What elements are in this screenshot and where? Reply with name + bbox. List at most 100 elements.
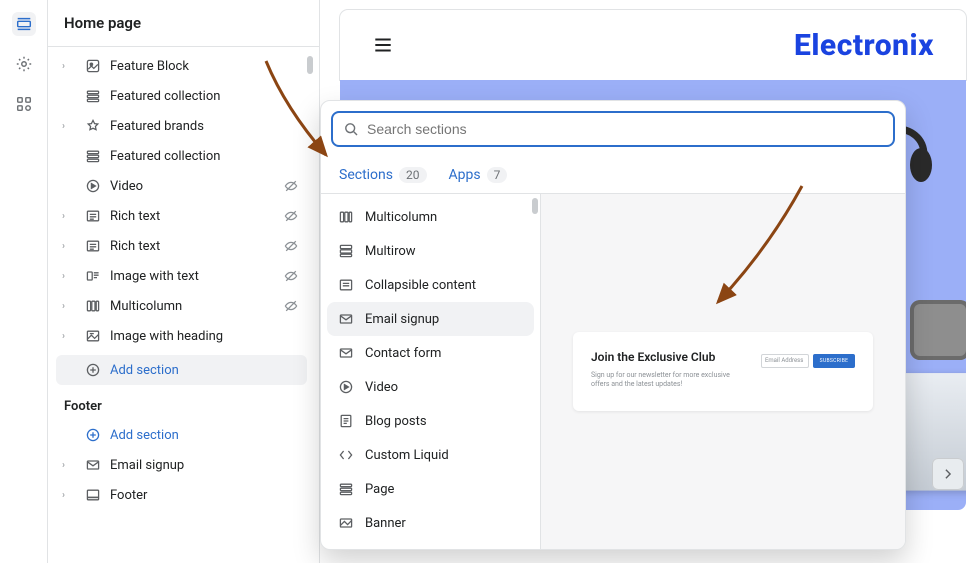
tree-item-label: Featured collection <box>110 89 301 104</box>
tab-apps[interactable]: Apps 7 <box>447 159 510 193</box>
brands-icon <box>84 117 102 135</box>
tree-item-label: Image with heading <box>110 329 301 344</box>
section-option-label: Email signup <box>365 312 439 327</box>
chevron-icon: › <box>62 121 76 132</box>
multicolumn-icon <box>337 208 355 226</box>
add-section-button[interactable]: Add section <box>56 355 307 385</box>
footer-icon <box>84 486 102 504</box>
search-icon <box>343 121 359 137</box>
section-option-label: Multirow <box>365 244 416 259</box>
tree-item[interactable]: › Rich text <box>56 201 307 231</box>
text-icon <box>84 237 102 255</box>
chevron-icon: › <box>62 271 76 282</box>
hero-next-button[interactable] <box>932 458 964 490</box>
tree-item-label: Rich text <box>110 239 275 254</box>
chevron-icon: › <box>62 331 76 342</box>
tree-item[interactable]: › Image with text <box>56 261 307 291</box>
section-option-label: Blog posts <box>365 414 427 429</box>
tree-item[interactable]: Featured collection <box>56 141 307 171</box>
section-option[interactable]: Multirow <box>327 234 534 268</box>
tab-apps-label: Apps <box>449 167 481 183</box>
sidebar: Home page › Feature Block Featured colle… <box>48 0 320 563</box>
section-option-label: Contact form <box>365 346 441 361</box>
hidden-icon[interactable] <box>283 208 301 224</box>
tree-item-label: Featured brands <box>110 119 301 134</box>
section-option-label: Banner <box>365 516 406 531</box>
multicolumn-icon <box>84 297 102 315</box>
chevron-icon: › <box>62 301 76 312</box>
tree-item-label: Video <box>110 179 275 194</box>
chevron-icon: › <box>62 211 76 222</box>
preview-email-input: Email Address <box>761 354 809 368</box>
nav-rail <box>0 0 48 563</box>
section-option[interactable]: Banner <box>327 506 534 540</box>
video-icon <box>84 177 102 195</box>
preview-subscribe-button: SUBSCRIBE <box>813 354 855 368</box>
rail-layers-icon[interactable] <box>12 12 36 36</box>
contact-icon <box>337 344 355 362</box>
hamburger-icon[interactable] <box>372 34 394 56</box>
tab-apps-count: 7 <box>487 167 508 183</box>
tab-sections-count: 20 <box>399 167 427 183</box>
tab-sections[interactable]: Sections 20 <box>337 159 429 193</box>
blog-icon <box>337 412 355 430</box>
footer-group-label: Footer <box>48 389 319 420</box>
feature-icon <box>337 548 355 549</box>
liquid-icon <box>337 446 355 464</box>
tree-item-label: Multicolumn <box>110 299 275 314</box>
tree-item[interactable]: › Footer <box>56 480 307 510</box>
section-option[interactable]: Video <box>327 370 534 404</box>
tree-item-label: Rich text <box>110 209 275 224</box>
hidden-icon[interactable] <box>283 238 301 254</box>
section-option[interactable]: Custom Liquid <box>327 438 534 472</box>
tree-item[interactable]: › Featured brands <box>56 111 307 141</box>
tree-item[interactable]: › Email signup <box>56 450 307 480</box>
tree-item[interactable]: › Image with heading <box>56 321 307 351</box>
hidden-icon[interactable] <box>283 298 301 314</box>
tree-item-label: Footer <box>110 488 301 503</box>
section-type-list[interactable]: Multicolumn Multirow Collapsible content… <box>321 194 541 549</box>
tree-item-label: Featured collection <box>110 149 301 164</box>
search-input[interactable] <box>367 121 883 137</box>
rail-settings-icon[interactable] <box>12 52 36 76</box>
collection-icon <box>84 147 102 165</box>
image-heading-icon <box>84 327 102 345</box>
image-text-icon <box>84 267 102 285</box>
chevron-icon: › <box>62 241 76 252</box>
section-list-scrollbar[interactable] <box>532 198 538 214</box>
section-preview: Join the Exclusive Club Sign up for our … <box>541 194 905 549</box>
section-option-label: Collapsible content <box>365 278 476 293</box>
search-sections-field[interactable] <box>331 111 895 147</box>
section-option[interactable]: Blog posts <box>327 404 534 438</box>
section-option[interactable]: Multicolumn <box>327 200 534 234</box>
section-option[interactable]: Email signup <box>327 302 534 336</box>
section-option-label: Video <box>365 380 398 395</box>
tree-item[interactable]: Video <box>56 171 307 201</box>
feature-icon <box>84 57 102 75</box>
tree-item[interactable]: › Rich text <box>56 231 307 261</box>
hidden-icon[interactable] <box>283 178 301 194</box>
sidebar-scrollbar[interactable] <box>307 56 313 74</box>
chevron-icon: › <box>62 61 76 72</box>
section-tree: › Feature Block Featured collection › Fe… <box>48 47 319 355</box>
banner-icon <box>337 514 355 532</box>
footer-add-section-button[interactable]: Add section <box>56 420 307 450</box>
chevron-icon: › <box>62 460 76 471</box>
tree-item[interactable]: › Feature Block <box>56 51 307 81</box>
section-option[interactable]: Page <box>327 472 534 506</box>
tree-item[interactable]: › Multicolumn <box>56 291 307 321</box>
preview-card-subtitle: Sign up for our newsletter for more excl… <box>591 371 745 389</box>
section-option[interactable]: Contact form <box>327 336 534 370</box>
rail-apps-icon[interactable] <box>12 92 36 116</box>
tree-item-label: Feature Block <box>110 59 301 74</box>
section-picker-popover: Sections 20 Apps 7 Multicolumn Multirow … <box>320 100 906 550</box>
page-title: Home page <box>48 0 319 47</box>
brand-logo: Electronix <box>794 28 934 63</box>
popover-tabs: Sections 20 Apps 7 <box>321 155 905 194</box>
section-option[interactable]: Feature Block <box>327 540 534 549</box>
section-option[interactable]: Collapsible content <box>327 268 534 302</box>
hidden-icon[interactable] <box>283 268 301 284</box>
tree-item[interactable]: Featured collection <box>56 81 307 111</box>
text-icon <box>84 207 102 225</box>
chevron-icon: › <box>62 490 76 501</box>
